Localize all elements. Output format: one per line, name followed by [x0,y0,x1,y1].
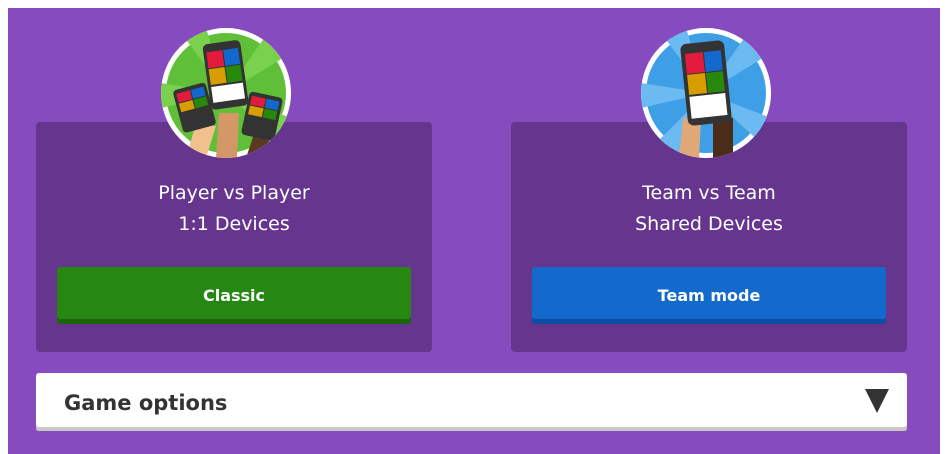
team-vs-team-illustration [641,28,771,158]
team-mode-title: Team vs Team [642,182,776,204]
game-options-label: Game options [64,391,228,415]
team-mode-button[interactable]: Team mode [532,267,886,324]
team-mode-subtitle: Shared Devices [635,213,783,235]
triangle-down-icon [865,389,889,413]
game-options-toggle[interactable]: Game options [36,373,907,431]
classic-mode-title: Player vs Player [158,182,310,204]
game-mode-panel: Player vs Player 1:1 Devices Classic Tea… [8,8,940,454]
classic-mode-subtitle: 1:1 Devices [178,213,290,235]
player-vs-player-illustration [161,28,291,158]
classic-button[interactable]: Classic [57,267,411,324]
